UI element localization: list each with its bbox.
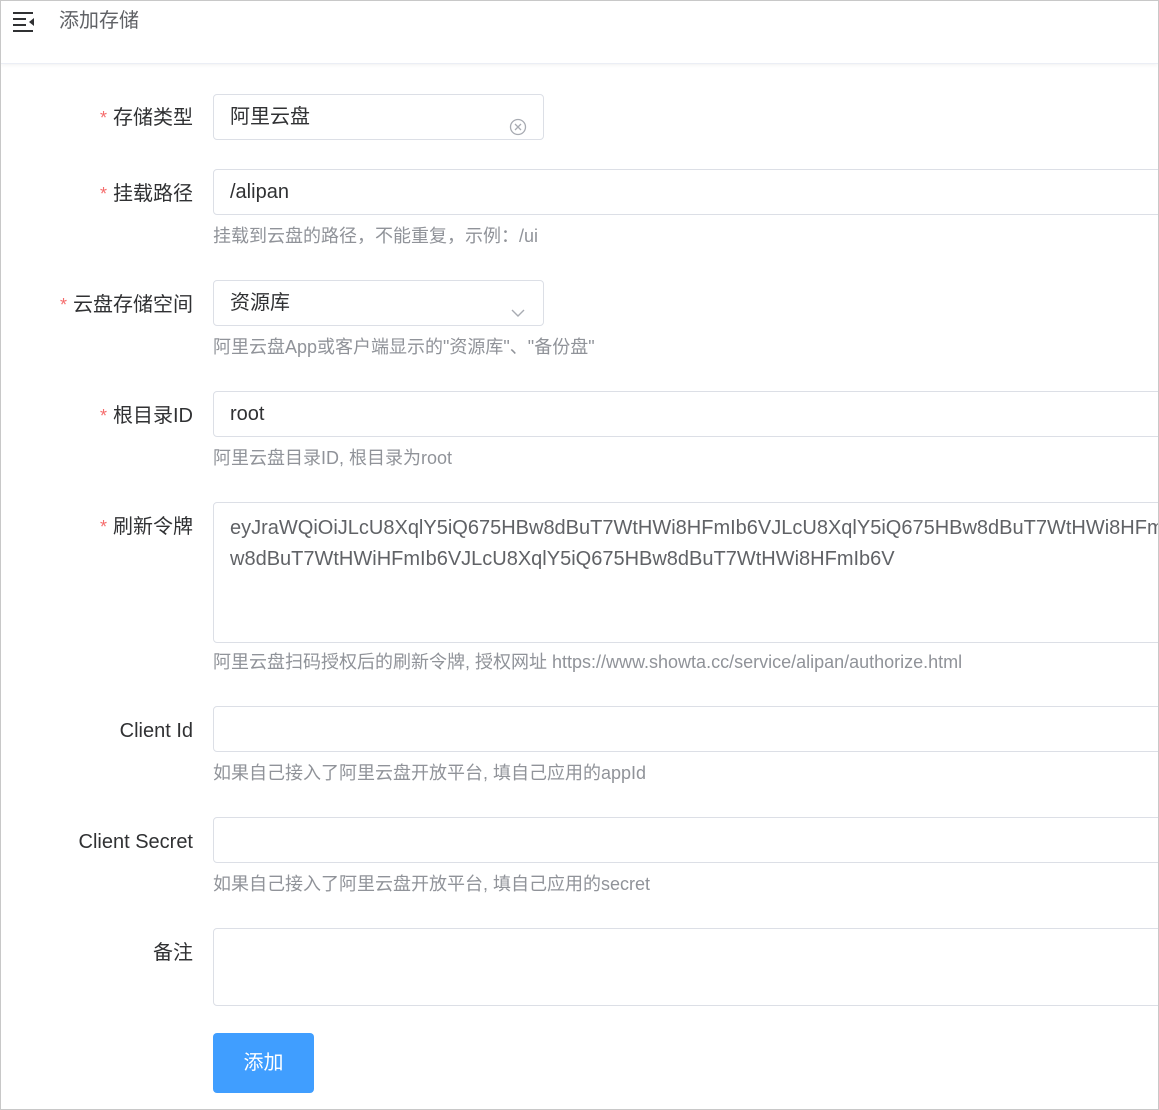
refresh-token-hint: 阿里云盘扫码授权后的刷新令牌, 授权网址 https://www.showta.… (213, 652, 963, 672)
storage-type-value: 阿里云盘 (230, 106, 310, 128)
mount-path-input[interactable]: /alipan (213, 169, 1158, 215)
root-folder-id-input[interactable]: root (213, 391, 1158, 437)
required-mark: * (99, 184, 107, 204)
page-header: 添加存储 (1, 1, 1158, 64)
mount-path-label-text: 挂载路径 (113, 183, 193, 205)
drive-space-label-text: 云盘存储空间 (73, 294, 193, 316)
chevron-down-icon[interactable] (509, 294, 527, 317)
storage-type-label: * 存储类型 (100, 104, 193, 132)
refresh-token-textarea[interactable]: eyJraWQiOiJLcU8XqlY5iQ675HBw8dBuT7WtHWi8… (213, 502, 1159, 643)
add-button[interactable]: 添加 (213, 1033, 314, 1093)
drive-space-select[interactable]: 资源库 (213, 280, 544, 326)
mount-path-hint: 挂载到云盘的路径，不能重复，示例：/ui (213, 226, 539, 246)
required-mark: * (59, 295, 67, 315)
root-folder-id-hint: 阿里云盘目录ID, 根目录为root (213, 448, 453, 468)
refresh-token-label-text: 刷新令牌 (113, 516, 193, 538)
menu-fold-icon[interactable] (12, 10, 36, 32)
storage-type-label-text: 存储类型 (113, 107, 193, 129)
client-id-input[interactable] (213, 706, 1158, 752)
drive-space-value: 资源库 (230, 292, 290, 314)
refresh-token-label: * 刷新令牌 (100, 513, 193, 541)
remark-textarea[interactable] (213, 928, 1158, 1006)
page-title: 添加存储 (59, 10, 139, 32)
mount-path-label: * 挂载路径 (100, 180, 193, 208)
required-mark: * (99, 108, 107, 128)
refresh-token-line-1: eyJraWQiOiJLcU8XqlY5iQ675HBw8dBuT7WtHWi8… (230, 517, 1159, 539)
client-secret-input[interactable] (213, 817, 1158, 863)
drive-space-label: * 云盘存储空间 (60, 291, 193, 319)
client-id-hint: 如果自己接入了阿里云盘开放平台, 填自己应用的appId (213, 763, 647, 783)
refresh-token-line-2: w8dBuT7WtHWiHFmIb6VJLcU8XqlY5iQ675HBw8dB… (230, 548, 895, 570)
add-storage-page: 添加存储 * 存储类型 阿里云盘 * 挂载路径 /alipan 挂载到云盘的路径，不… (0, 0, 1159, 1110)
client-secret-hint: 如果自己接入了阿里云盘开放平台, 填自己应用的secret (213, 874, 651, 894)
remark-label: 备注 (153, 942, 193, 964)
client-secret-label: Client Secret (78, 831, 194, 853)
storage-type-select[interactable]: 阿里云盘 (213, 94, 544, 140)
root-folder-id-label-text: 根目录ID (113, 405, 193, 427)
required-mark: * (99, 517, 107, 537)
required-mark: * (99, 406, 107, 426)
client-id-label: Client Id (119, 720, 193, 742)
drive-space-hint: 阿里云盘App或客户端显示的"资源库"、"备份盘" (213, 337, 595, 357)
root-folder-id-label: * 根目录ID (100, 402, 193, 430)
circle-close-icon[interactable] (509, 108, 527, 136)
